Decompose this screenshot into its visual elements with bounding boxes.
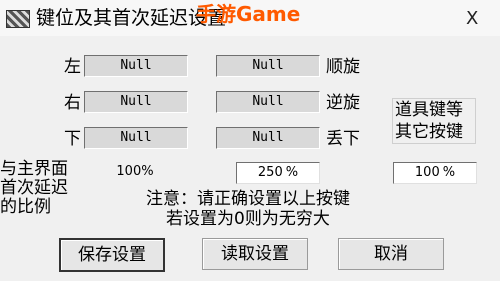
key-field-down[interactable]: Null: [84, 127, 188, 149]
key-label-down: 下: [64, 129, 81, 149]
key-field-rotate-cw[interactable]: Null: [216, 55, 320, 77]
close-icon[interactable]: X: [466, 8, 478, 29]
delay-value-3: 100: [414, 165, 440, 180]
key-label-drop: 丢下: [326, 129, 360, 149]
key-field-drop[interactable]: Null: [216, 127, 320, 149]
prop-keys-label[interactable]: 道具键等 其它按键: [392, 98, 476, 144]
notice-line-2: 若设置为0则为无穷大: [166, 209, 330, 229]
delay-ratio-label: 与主界面 首次延迟 的比例: [0, 159, 68, 217]
delay-value-2: 250: [257, 165, 283, 180]
delay-field-3[interactable]: 100%: [393, 162, 477, 184]
app-icon: [6, 10, 30, 28]
cancel-button[interactable]: 取消: [338, 238, 444, 270]
delay-unit-3: %: [442, 165, 456, 180]
key-field-left[interactable]: Null: [84, 55, 188, 77]
key-label-rotate-ccw: 逆旋: [326, 93, 360, 113]
notice-line-1: 注意：请正确设置以上按键: [146, 189, 350, 209]
watermark: 手游Game: [196, 2, 301, 26]
key-label-rotate-cw: 顺旋: [326, 57, 360, 77]
read-settings-button[interactable]: 读取设置: [202, 238, 308, 270]
key-field-rotate-ccw[interactable]: Null: [216, 91, 320, 113]
delay-unit-2: %: [285, 165, 299, 180]
key-field-right[interactable]: Null: [84, 91, 188, 113]
key-label-right: 右: [64, 93, 81, 113]
key-label-left: 左: [64, 57, 81, 77]
delay-value-1: 100%: [116, 164, 154, 179]
delay-field-2[interactable]: 250%: [236, 162, 320, 184]
save-settings-button[interactable]: 保存设置: [59, 238, 165, 272]
